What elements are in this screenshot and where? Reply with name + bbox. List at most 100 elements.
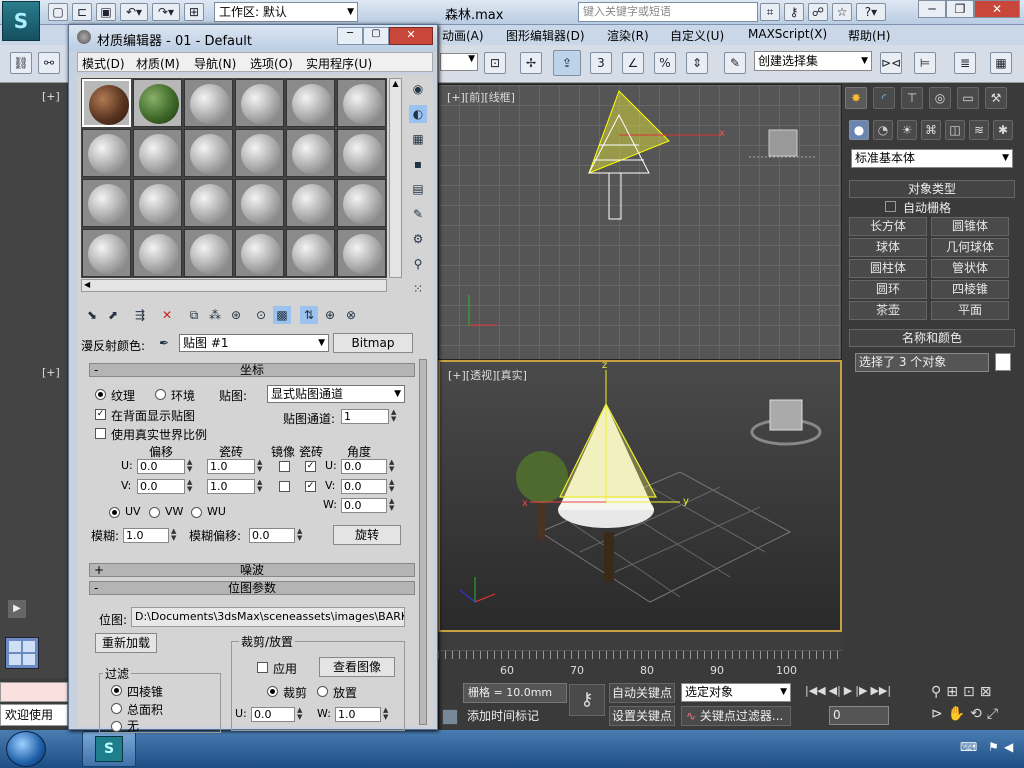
- select-by-material-icon[interactable]: ⚲: [409, 255, 427, 273]
- v-mirror-checkbox[interactable]: [279, 481, 290, 492]
- u-tiling-input[interactable]: 1.0: [207, 459, 255, 474]
- show-end-result-icon[interactable]: ⇅: [300, 306, 318, 324]
- key-selection-dropdown[interactable]: 选定对象 ▼: [681, 683, 791, 702]
- zoom-all-icon[interactable]: ⊞: [946, 684, 958, 700]
- material-sample-slot[interactable]: [133, 129, 182, 177]
- v-offset-input[interactable]: 0.0: [137, 479, 185, 494]
- material-sample-slot[interactable]: [337, 229, 386, 277]
- blur-offset-spinner[interactable]: ▲ ▼: [297, 528, 305, 543]
- show-map-in-viewport-icon[interactable]: ▩: [273, 306, 291, 324]
- put-to-scene-icon[interactable]: ⬈: [104, 306, 122, 324]
- texture-radio[interactable]: [95, 389, 106, 400]
- rollout-scrollbar[interactable]: [419, 359, 427, 725]
- material-sample-slot[interactable]: [286, 229, 335, 277]
- wu-radio[interactable]: [191, 507, 202, 518]
- flag-tray-icon[interactable]: ⚑: [988, 740, 999, 754]
- workspace-dropdown[interactable]: 工作区: 默认 ▼: [214, 2, 358, 22]
- rotate-button[interactable]: 旋转: [333, 525, 401, 545]
- menu-rendering[interactable]: 渲染(R): [607, 27, 649, 44]
- layer-manager-icon[interactable]: ≣: [954, 52, 976, 74]
- orbit-icon[interactable]: ⟲: [970, 706, 982, 722]
- cylinder-button[interactable]: 圆柱体: [849, 259, 927, 278]
- material-sample-slot[interactable]: [82, 179, 131, 227]
- material-sample-slot[interactable]: [235, 229, 284, 277]
- app-logo-icon[interactable]: S: [2, 1, 40, 41]
- snap-toggle-icon[interactable]: 3: [590, 52, 612, 74]
- map-channel-spinner[interactable]: ▲ ▼: [391, 409, 399, 424]
- menu-graph-editors[interactable]: 图形编辑器(D): [506, 27, 585, 44]
- blur-input[interactable]: 1.0: [123, 528, 169, 543]
- med-menu-modes[interactable]: 模式(D): [82, 55, 125, 72]
- material-sample-slot[interactable]: [133, 179, 182, 227]
- redo-icon[interactable]: ↷▾: [152, 3, 180, 21]
- backlight-icon[interactable]: ◐: [409, 105, 427, 123]
- zoom-icon[interactable]: ⚲: [931, 684, 941, 700]
- display-tab-icon[interactable]: ▭: [957, 87, 979, 109]
- modify-tab-icon[interactable]: ◜: [873, 87, 895, 109]
- key-mode-icon[interactable]: ⚷: [569, 684, 605, 716]
- video-color-check-icon[interactable]: ▤: [409, 180, 427, 198]
- u-angle-input[interactable]: 0.0: [341, 459, 387, 474]
- u-offset-spinner[interactable]: ▲ ▼: [187, 459, 195, 474]
- background-icon[interactable]: ▦: [409, 130, 427, 148]
- tube-button[interactable]: 管状体: [931, 259, 1009, 278]
- spacewarps-icon[interactable]: ≋: [969, 120, 989, 140]
- sphere-button[interactable]: 球体: [849, 238, 927, 257]
- material-sample-slot[interactable]: [184, 229, 233, 277]
- undo-icon[interactable]: ↶▾: [120, 3, 148, 21]
- material-sample-slot[interactable]: [82, 229, 131, 277]
- torus-button[interactable]: 圆环: [849, 280, 927, 299]
- w-angle-input[interactable]: 0.0: [341, 498, 387, 513]
- next-frame-icon[interactable]: |▶: [855, 684, 867, 697]
- reload-button[interactable]: 重新加载: [95, 633, 157, 653]
- volume-tray-icon[interactable]: ◀: [1004, 740, 1013, 754]
- current-frame-field[interactable]: 0: [829, 706, 889, 725]
- v-tile-checkbox[interactable]: ✓: [305, 481, 316, 492]
- make-preview-icon[interactable]: ✎: [409, 205, 427, 223]
- geosphere-button[interactable]: 几何球体: [931, 238, 1009, 257]
- star-icon[interactable]: ☆: [832, 3, 852, 21]
- signin-icon[interactable]: ☍: [808, 3, 828, 21]
- material-sample-slot[interactable]: [235, 79, 284, 127]
- edit-named-sets-icon[interactable]: ✎: [724, 52, 746, 74]
- menu-help[interactable]: 帮助(H): [848, 27, 890, 44]
- material-sample-slot[interactable]: [286, 179, 335, 227]
- vw-radio[interactable]: [149, 507, 160, 518]
- unlink-icon[interactable]: ⚯: [38, 52, 60, 74]
- u-tiling-spinner[interactable]: ▲ ▼: [257, 459, 265, 474]
- autogrid-checkbox[interactable]: [885, 201, 896, 212]
- apply-checkbox[interactable]: [257, 662, 268, 673]
- go-forward-sibling-icon[interactable]: ⊗: [342, 306, 360, 324]
- material-sample-slot[interactable]: [82, 79, 131, 127]
- help-icon[interactable]: ?▾: [856, 3, 886, 21]
- material-sample-slot[interactable]: [82, 129, 131, 177]
- maximize-viewport-icon[interactable]: ⤢: [987, 706, 998, 722]
- new-file-icon[interactable]: ▢: [48, 3, 68, 21]
- show-map-on-back-checkbox[interactable]: ✓: [95, 409, 106, 420]
- material-id-channel-icon[interactable]: ⊙: [252, 306, 270, 324]
- viewport-front[interactable]: [+][前][线框] x: [438, 84, 842, 360]
- zoom-extents-icon[interactable]: ⊡: [963, 684, 975, 700]
- material-editor-titlebar[interactable]: 材质编辑器 - 01 - Default ─ ▢ ✕: [69, 25, 437, 51]
- material-sample-slot[interactable]: [286, 129, 335, 177]
- mirror-icon[interactable]: ⊳⊲: [880, 52, 902, 74]
- goto-start-icon[interactable]: |◀◀: [805, 684, 826, 697]
- go-to-parent-icon[interactable]: ⊕: [321, 306, 339, 324]
- material-sample-slot[interactable]: [337, 79, 386, 127]
- uv-tiling-icon[interactable]: ▪: [409, 155, 427, 173]
- noise-rollout[interactable]: + 噪波: [89, 563, 415, 577]
- search-input[interactable]: 键入关键字或短语: [578, 2, 758, 22]
- blur-spinner[interactable]: ▲ ▼: [171, 528, 179, 543]
- add-time-tag-button[interactable]: 添加时间标记: [463, 708, 567, 727]
- med-close-button[interactable]: ✕: [389, 27, 433, 45]
- material-map-navigator-icon[interactable]: ⁙: [409, 280, 427, 298]
- viewport-top-left-label[interactable]: [+]: [42, 90, 60, 103]
- restore-button[interactable]: ❐: [946, 0, 974, 18]
- crop-w-input[interactable]: 1.0: [335, 707, 381, 722]
- view-image-button[interactable]: 查看图像: [319, 657, 395, 677]
- angle-snap-icon[interactable]: ∠: [622, 52, 644, 74]
- auto-key-button[interactable]: 自动关键点: [609, 683, 675, 703]
- material-sample-slot[interactable]: [337, 179, 386, 227]
- bitmap-params-rollout[interactable]: - 位图参数: [89, 581, 415, 595]
- maxscript-mini-listener[interactable]: [0, 682, 68, 702]
